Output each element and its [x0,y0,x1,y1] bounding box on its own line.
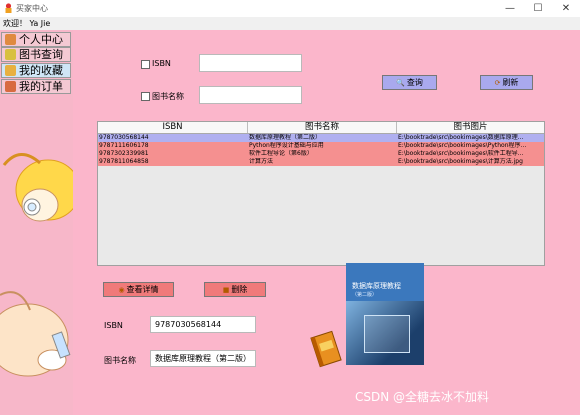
column-header-image[interactable]: 图书图片 [397,122,544,133]
close-button[interactable]: ✕ [552,0,580,17]
detail-isbn-field[interactable]: 9787030568144 [150,316,256,333]
sidebar-item-book-search[interactable]: 图书查询 [1,47,71,62]
welcome-bar: 欢迎！ Ya Jie [0,17,580,30]
cell-title: Python程序设计基础与应用 [249,142,324,149]
isbn-label: ISBN [152,59,171,68]
table-row[interactable]: 9787811064858 计算方法 E:\booktrade\src\book… [98,158,544,166]
table-row[interactable]: 9787111606178 Python程序设计基础与应用 E:\booktra… [98,142,544,150]
search-icon: 🔍 [396,79,405,87]
window-titlebar: 买家中心 — ☐ ✕ [0,0,580,18]
main-panel: ISBN 图书名称 🔍 查询 ⟳ 刷新 ISBN 图书名称 图书图片 9787030… [73,30,580,415]
sidebar-item-favorites[interactable]: 我的收藏 [1,63,71,78]
guest-book-icon [310,330,342,368]
table-header: ISBN 图书名称 图书图片 [98,122,544,134]
cartoon-decoration [0,153,73,377]
book-cover-image: 数据库原理教程 （第二版） [346,263,424,365]
cell-isbn: 9787111606178 [99,142,149,149]
sidebar-item-label: 我的订单 [19,80,63,93]
cell-isbn: 9787030568144 [99,134,149,141]
cell-title: 数据库原理教程（第二版） [249,134,322,141]
detail-title-field[interactable]: 数据库原理教程（第二版） [150,350,256,367]
view-icon: ◉ [118,286,125,294]
order-icon [5,81,16,92]
window-title: 买家中心 [16,4,48,13]
title-checkbox[interactable] [141,92,150,101]
minimize-button[interactable]: — [496,0,524,17]
cell-title: 软件工程导论（第6版） [249,150,313,157]
sidebar-item-label: 图书查询 [19,48,63,61]
sidebar-item-orders[interactable]: 我的订单 [1,79,71,94]
sidebar-item-label: 个人中心 [19,33,63,46]
detail-title-label: 图书名称 [104,356,136,365]
isbn-checkbox[interactable] [141,60,150,69]
cell-image: E:\booktrade\src\bookimages\数据库原理... [398,134,524,141]
sidebar-item-profile[interactable]: 个人中心 [1,32,71,47]
cell-isbn: 9787302339981 [99,150,149,157]
cell-image: E:\booktrade\src\bookimages\计算方法.jpg [398,158,523,165]
refresh-icon: ⟳ [494,79,501,87]
title-search-input[interactable] [199,86,302,104]
table-row[interactable]: 9787030568144 数据库原理教程（第二版） E:\booktrade\… [98,134,544,142]
cell-image: E:\booktrade\src\bookimages\软件工程导... [398,150,524,157]
cell-isbn: 9787811064858 [99,158,149,165]
book-search-icon [5,49,16,60]
favorites-table[interactable]: ISBN 图书名称 图书图片 9787030568144 数据库原理教程（第二版… [97,121,545,266]
column-header-title[interactable]: 图书名称 [248,122,397,133]
cover-title: 数据库原理教程 [352,282,401,290]
watermark: CSDN @全糖去冰不加料 [355,390,490,404]
delete-button[interactable]: ■ 删除 [204,282,266,297]
cell-image: E:\booktrade\src\bookimages\Python程序... [398,142,527,149]
app-icon [5,3,12,13]
cell-title: 计算方法 [249,158,274,165]
delete-icon: ■ [222,286,230,294]
view-details-button[interactable]: ◉ 查看详情 [103,282,174,297]
column-header-isbn[interactable]: ISBN [98,122,248,133]
query-button[interactable]: 🔍 查询 [382,75,437,90]
favorites-icon [5,65,16,76]
detail-isbn-label: ISBN [104,321,123,330]
isbn-search-input[interactable] [199,54,302,72]
refresh-button[interactable]: ⟳ 刷新 [480,75,533,90]
cover-subtitle: （第二版） [352,292,378,298]
title-label: 图书名称 [152,92,184,101]
sidebar: 个人中心 图书查询 我的收藏 我的订单 [0,30,73,415]
welcome-text: 欢迎！ Ya Jie [3,19,51,28]
sidebar-item-label: 我的收藏 [19,64,63,77]
table-row[interactable]: 9787302339981 软件工程导论（第6版） E:\booktrade\s… [98,150,544,158]
maximize-button[interactable]: ☐ [524,0,552,17]
person-icon [5,34,16,45]
